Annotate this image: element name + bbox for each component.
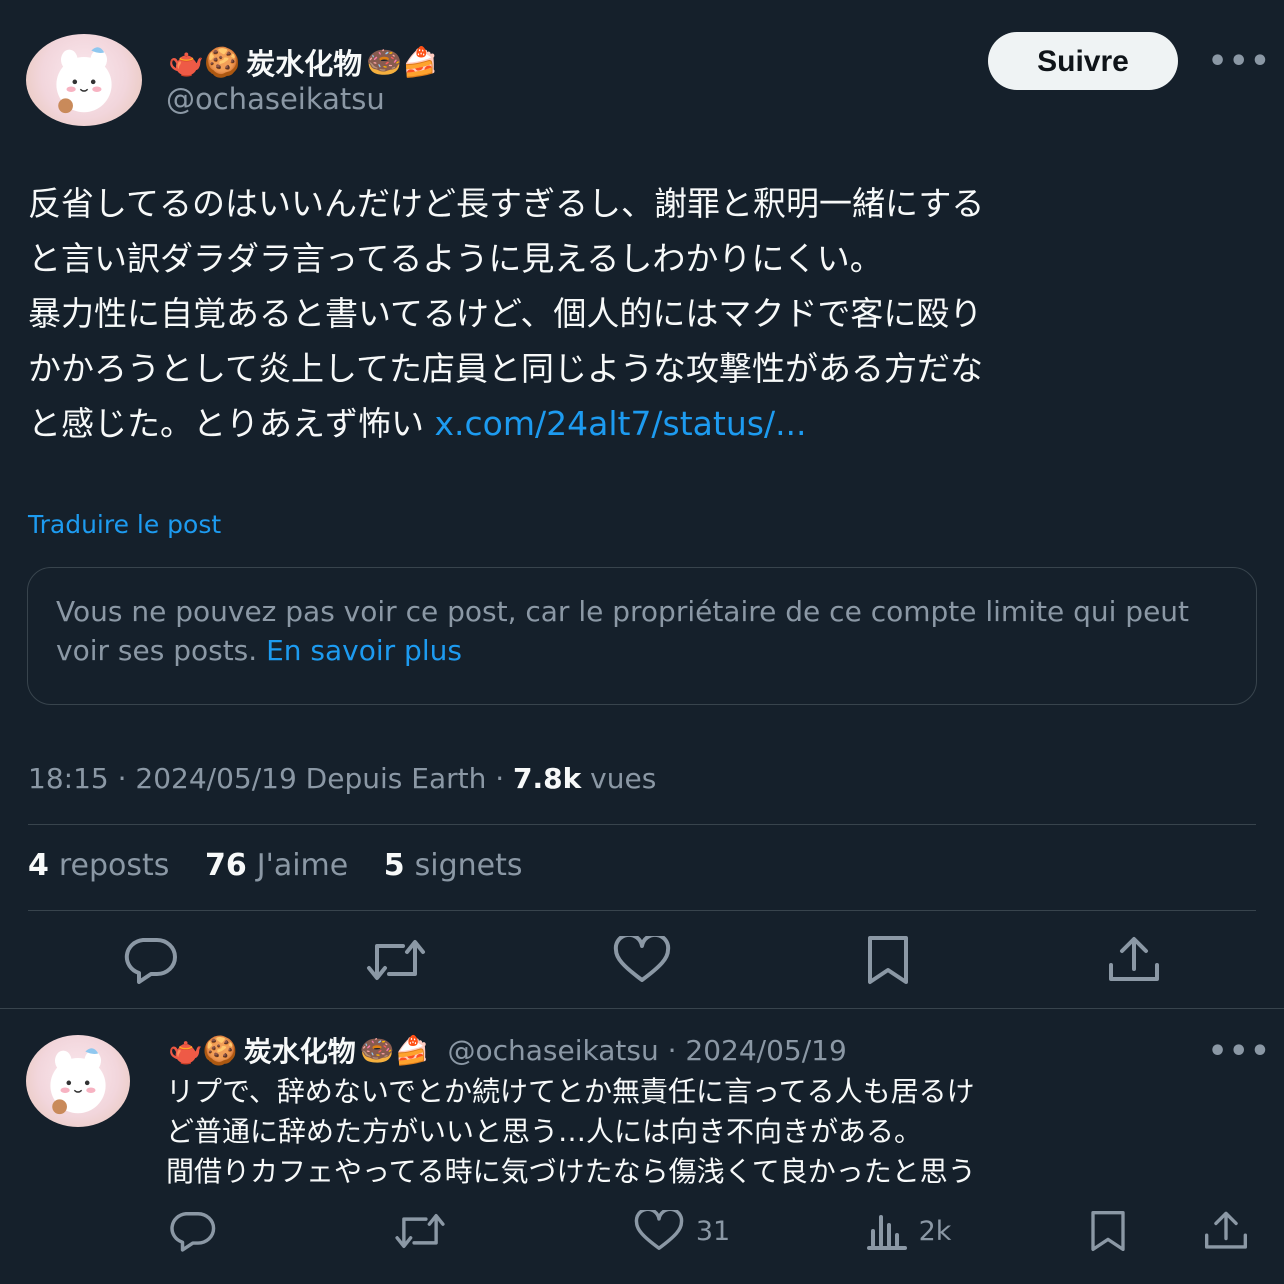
post-stats: 4 reposts 76 J'aime 5 signets [28, 848, 549, 883]
donut-cake-emoji: 🍩🍰 [359, 1033, 430, 1067]
reply-bookmark-button[interactable] [1080, 1206, 1136, 1256]
share-icon [1109, 937, 1159, 981]
like-button[interactable] [602, 930, 682, 990]
translate-post-link[interactable]: Traduire le post [28, 510, 221, 539]
view-label: vues [581, 762, 657, 795]
divider [28, 910, 1256, 911]
author-display-name: 炭水化物 [246, 47, 363, 81]
post-text: 反省してるのはいいんだけど長すぎるし、謝罪と釈明一緒にする と言い訳ダラダラ言っ… [28, 176, 1268, 451]
more-options-icon[interactable]: ••• [1208, 44, 1272, 79]
likes-label: J'aime [256, 848, 349, 883]
bookmarks-label: signets [414, 848, 523, 883]
chiikawa-avatar-image [56, 47, 112, 114]
reposts-label: reposts [58, 848, 170, 883]
divider [28, 824, 1256, 825]
bookmarks-count: 5 [383, 848, 405, 883]
reply-author-row[interactable]: 🫖🍪 炭水化物 🍩🍰 @ochaseikatsu · 2024/05/19 [168, 1028, 847, 1072]
reposts-stat[interactable]: 4 reposts [28, 848, 169, 883]
likes-count: 76 [204, 848, 247, 883]
reply-handle-date[interactable]: @ochaseikatsu · 2024/05/19 [447, 1034, 846, 1067]
bookmark-button[interactable] [848, 930, 928, 990]
share-icon [1204, 1211, 1247, 1249]
heart-icon [613, 936, 671, 982]
bookmark-icon [1091, 1210, 1125, 1251]
author-handle[interactable]: @ochaseikatsu [166, 82, 385, 116]
reply-more-options-icon[interactable]: ••• [1208, 1034, 1272, 1069]
likes-stat[interactable]: 76 J'aime [205, 848, 348, 883]
reply-icon [170, 1212, 216, 1252]
reply-share-button[interactable] [1198, 1206, 1254, 1256]
reply-like-button[interactable]: 31 [622, 1206, 742, 1256]
reply-reply-button[interactable] [162, 1206, 222, 1256]
post-timestamp[interactable]: 18:15 · 2024/05/19 Depuis Earth · [28, 762, 513, 795]
donut-cake-emoji: 🍩🍰 [366, 44, 439, 79]
repost-button[interactable] [356, 930, 436, 990]
learn-more-link[interactable]: En savoir plus [266, 634, 462, 667]
reply-author-avatar[interactable] [26, 1035, 130, 1127]
follow-button[interactable]: Suivre [988, 32, 1178, 90]
reply-icon [124, 938, 177, 984]
analytics-icon [866, 1215, 907, 1250]
reply-author-name: 炭水化物 [243, 1035, 356, 1068]
share-button[interactable] [1094, 930, 1174, 990]
teapot-cookie-emoji: 🫖🍪 [168, 44, 241, 79]
bookmark-icon [868, 936, 908, 984]
reply-view-count: 2k [918, 1215, 952, 1247]
author-name-row[interactable]: 🫖🍪 炭水化物 🍩🍰 [168, 40, 438, 84]
teapot-cookie-emoji: 🫖🍪 [168, 1033, 238, 1067]
reposts-count: 4 [28, 848, 49, 883]
repost-icon [367, 940, 425, 980]
reply-repost-button[interactable] [388, 1206, 452, 1256]
author-avatar[interactable] [26, 34, 142, 126]
reply-views-button[interactable]: 2k [854, 1206, 964, 1256]
reply-like-count: 31 [695, 1215, 731, 1247]
post-link[interactable]: x.com/24alt7/status/... [435, 404, 807, 443]
view-count: 7.8k [513, 762, 582, 795]
repost-icon [395, 1214, 445, 1248]
bookmarks-stat[interactable]: 5 signets [384, 848, 523, 883]
chiikawa-avatar-image [50, 1048, 106, 1115]
reply-text: リプで、辞めないでとか続けてとか無責任に言ってる人も居るけ ど普通に辞めた方がい… [166, 1075, 976, 1188]
post-meta: 18:15 · 2024/05/19 Depuis Earth · 7.8k v… [28, 762, 656, 795]
notice-text: Vous ne pouvez pas voir ce post, car le … [56, 595, 1190, 667]
restricted-quote-notice: Vous ne pouvez pas voir ce post, car le … [27, 567, 1257, 705]
heart-icon [634, 1210, 684, 1250]
reply-button[interactable] [110, 930, 190, 990]
divider [0, 1008, 1284, 1009]
